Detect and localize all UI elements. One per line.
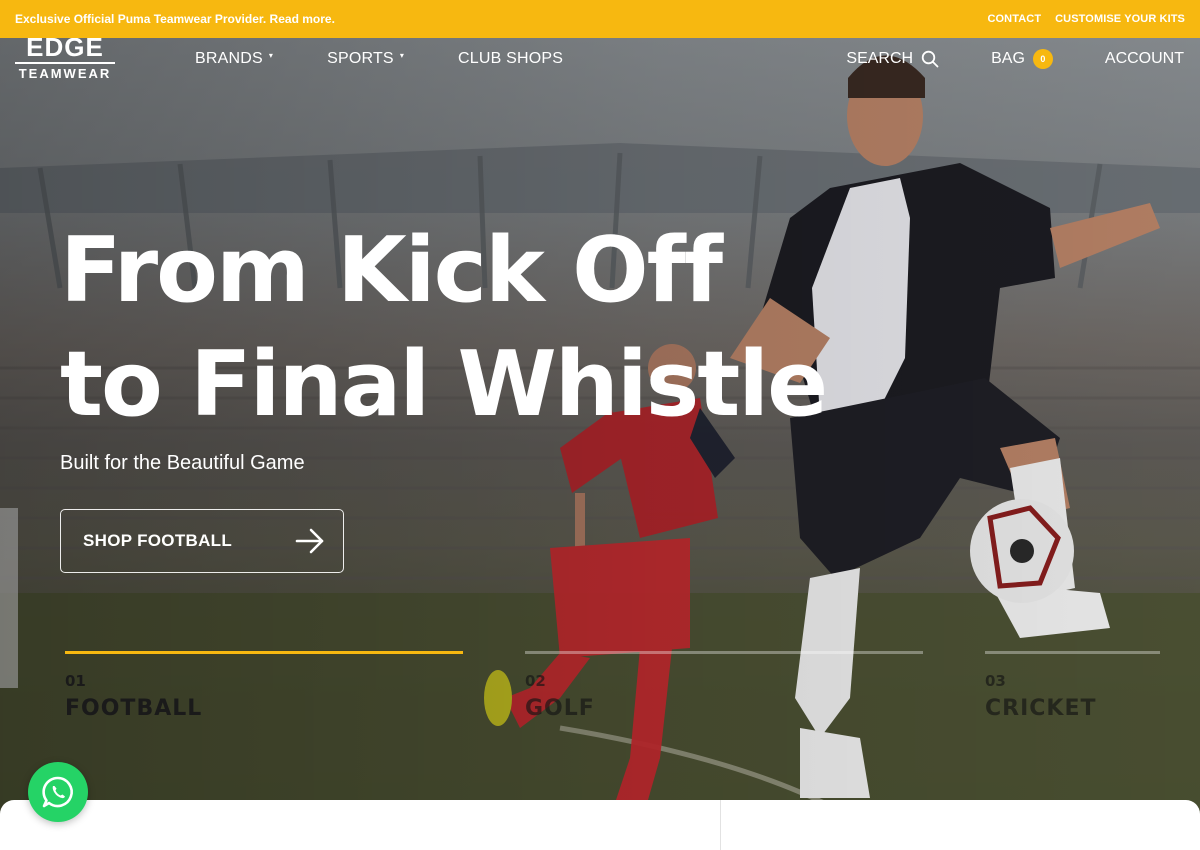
whatsapp-chat-button[interactable] — [28, 762, 88, 822]
announcement-text[interactable]: Exclusive Official Puma Teamwear Provide… — [15, 12, 335, 26]
account-label: ACCOUNT — [1104, 50, 1184, 67]
slide-tab-cricket[interactable]: 03 CRICKET — [985, 651, 1160, 721]
nav-club-shops[interactable]: CLUB SHOPS — [458, 50, 563, 68]
announcement-links: CONTACT CUSTOMISE YOUR KITS — [987, 13, 1185, 25]
customise-kits-link[interactable]: CUSTOMISE YOUR KITS — [1055, 13, 1185, 25]
card-divider — [720, 800, 721, 850]
slide-number: 02 — [525, 672, 546, 690]
nav-sports-label: SPORTS — [327, 50, 394, 67]
nav-brands-label: BRANDS — [195, 50, 263, 67]
announcement-bar: Exclusive Official Puma Teamwear Provide… — [0, 0, 1200, 38]
slide-progress-bar — [985, 651, 1160, 654]
contact-link[interactable]: CONTACT — [987, 13, 1041, 25]
logo-line-2: TEAMWEAR — [18, 66, 112, 81]
account-link[interactable]: ACCOUNT — [1105, 50, 1184, 68]
nav-sports[interactable]: SPORTS ▾ — [327, 50, 404, 68]
whatsapp-icon — [42, 776, 73, 808]
bag-button[interactable]: BAG 0 — [991, 49, 1053, 69]
cta-label: SHOP FOOTBALL — [83, 531, 233, 550]
slide-tab-football[interactable]: 01 FOOTBALL — [65, 651, 463, 721]
slide-progress-bar — [65, 651, 463, 654]
headline-line-1: From Kick Off — [60, 218, 723, 323]
search-icon — [921, 50, 939, 68]
hero-subheadline: Built for the Beautiful Game — [60, 452, 305, 474]
main-nav: BRANDS ▾ SPORTS ▾ CLUB SHOPS — [195, 50, 563, 68]
hero-slide-tabs: 01 FOOTBALL 02 GOLF 03 CRICKET — [0, 651, 1200, 751]
slide-label: GOLF — [525, 696, 595, 721]
nav-club-shops-label: CLUB SHOPS — [458, 50, 564, 67]
slide-label: FOOTBALL — [65, 696, 203, 721]
content-cards-section — [0, 800, 1200, 850]
arrow-right-icon — [295, 528, 324, 554]
bag-label: BAG — [991, 50, 1025, 67]
headline-line-2: to Final Whistle — [60, 332, 828, 437]
header-utilities: SEARCH BAG 0 ACCOUNT — [846, 49, 1184, 69]
slide-tab-golf[interactable]: 02 GOLF — [525, 651, 923, 721]
logo-divider — [15, 62, 115, 64]
caret-icon: ▾ — [399, 50, 405, 60]
hero-headline: From Kick Off to Final Whistle — [60, 214, 828, 442]
site-logo[interactable]: EDGE TEAMWEAR — [15, 34, 115, 81]
search-button[interactable]: SEARCH — [846, 50, 939, 68]
bag-count-badge: 0 — [1032, 49, 1053, 69]
shop-football-button[interactable]: SHOP FOOTBALL — [60, 509, 344, 573]
caret-icon: ▾ — [268, 50, 274, 60]
nav-brands[interactable]: BRANDS ▾ — [195, 50, 273, 68]
slide-number: 01 — [65, 672, 86, 690]
search-label: SEARCH — [846, 50, 914, 67]
slide-number: 03 — [985, 672, 1006, 690]
slide-label: CRICKET — [985, 696, 1097, 721]
slide-progress-bar — [525, 651, 923, 654]
